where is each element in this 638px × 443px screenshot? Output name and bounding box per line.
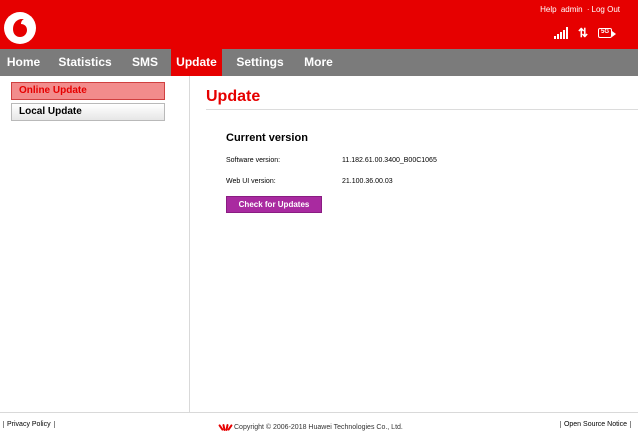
nav-update[interactable]: Update bbox=[171, 49, 222, 76]
copyright: Copyright © 2006-2018 Huawei Technologie… bbox=[218, 423, 403, 432]
nav-sms[interactable]: SMS bbox=[124, 49, 166, 76]
network-type-label: 5G bbox=[598, 28, 612, 38]
network-type-icon: 5G bbox=[598, 27, 618, 39]
webui-version-label: Web UI version: bbox=[226, 178, 276, 185]
main-nav: Home Statistics SMS Update Settings More bbox=[0, 49, 638, 76]
webui-version-value: 21.100.36.00.03 bbox=[342, 178, 393, 185]
sidebar-item-local-update[interactable]: Local Update bbox=[11, 103, 165, 121]
header-bar: Help admin · Log Out ⇅ 5G bbox=[0, 0, 638, 49]
status-icons: ⇅ 5G bbox=[553, 26, 618, 40]
logout-link[interactable]: Log Out bbox=[592, 5, 620, 14]
huawei-logo-icon bbox=[218, 423, 233, 432]
nav-settings[interactable]: Settings bbox=[228, 49, 292, 76]
sidebar: Online Update Local Update bbox=[0, 76, 190, 412]
sidebar-item-online-update[interactable]: Online Update bbox=[11, 82, 165, 100]
section-title: Current version bbox=[226, 132, 308, 144]
nav-more[interactable]: More bbox=[297, 49, 340, 76]
vodafone-speechmark-icon bbox=[13, 19, 27, 37]
vodafone-logo-icon[interactable] bbox=[4, 12, 36, 44]
separator: · bbox=[586, 5, 590, 14]
open-source-notice-link[interactable]: Open Source Notice bbox=[559, 421, 631, 428]
nav-statistics[interactable]: Statistics bbox=[50, 49, 120, 76]
page-title: Update bbox=[206, 88, 261, 105]
top-links: Help admin · Log Out bbox=[538, 5, 620, 14]
check-for-updates-button[interactable]: Check for Updates bbox=[226, 196, 322, 213]
help-link[interactable]: Help bbox=[540, 5, 556, 14]
title-divider bbox=[206, 109, 638, 110]
software-version-label: Software version: bbox=[226, 157, 281, 164]
footer: Privacy Policy Copyright © 2006-2018 Hua… bbox=[0, 412, 638, 443]
user-name: admin bbox=[560, 5, 583, 14]
data-transfer-icon: ⇅ bbox=[577, 26, 588, 40]
privacy-policy-link[interactable]: Privacy Policy bbox=[3, 421, 55, 428]
nav-home[interactable]: Home bbox=[0, 49, 47, 76]
copyright-text: Copyright © 2006-2018 Huawei Technologie… bbox=[234, 423, 403, 431]
software-version-value: 11.182.61.00.3400_B00C1065 bbox=[342, 157, 437, 164]
signal-strength-icon bbox=[553, 27, 568, 39]
